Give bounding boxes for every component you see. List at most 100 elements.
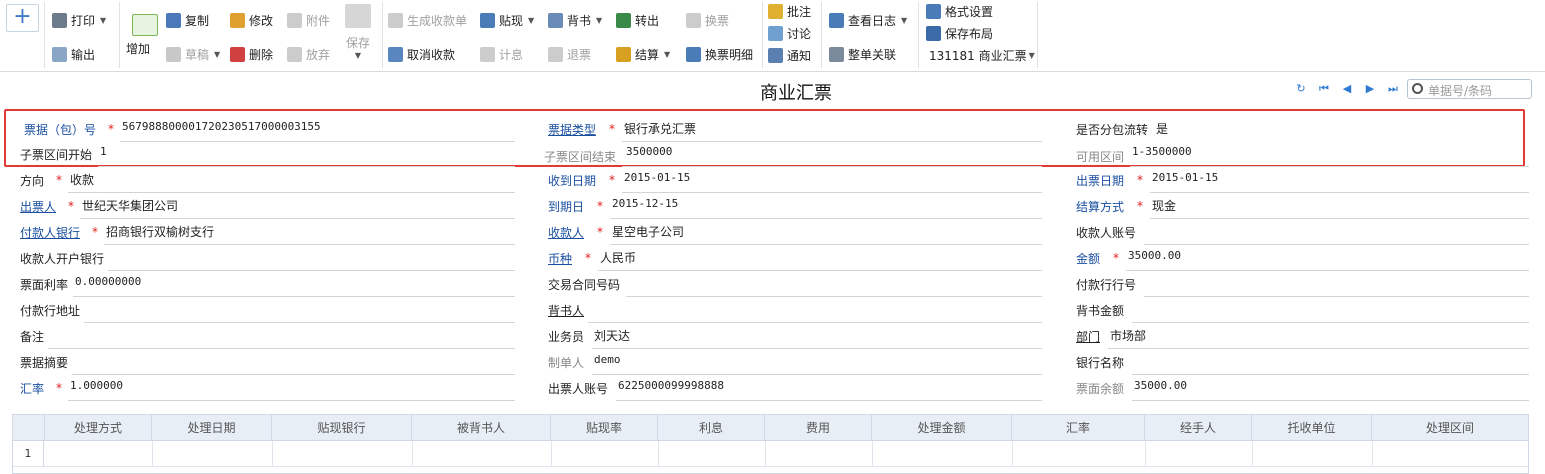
column-header[interactable]: 处理金额 [872,415,1012,441]
avail-range-value[interactable]: 1-3500000 [1132,145,1192,158]
direction-value[interactable]: 收款 [70,171,94,188]
notify-button[interactable]: 通知 [768,45,811,65]
column-header[interactable]: 贴现银行 [272,415,412,441]
endorse-button[interactable]: 背书 ▼ [548,10,602,30]
print-button[interactable]: 打印 ▼ [52,10,106,30]
first-record-icon[interactable]: ⏮ [1318,83,1330,95]
draft-icon [166,46,181,62]
split-transfer-value[interactable]: 是 [1156,120,1168,137]
payee-value[interactable]: 星空电子公司 [612,223,684,240]
new-tab-button[interactable]: + [6,4,39,32]
save-button[interactable]: 保存 ▼ [345,4,371,64]
salesman-value[interactable]: 刘天达 [594,327,630,344]
transfer-out-button[interactable]: 转出 [616,10,659,30]
face-balance-value[interactable]: 35000.00 [1134,379,1187,392]
column-header[interactable]: 处理区间 [1372,415,1528,441]
format-setting-button[interactable]: 格式设置 [926,1,993,21]
save-layout-icon [926,25,941,41]
modify-button[interactable]: 修改 [230,10,273,30]
save-layout-button[interactable]: 保存布局 [926,23,993,43]
export-button[interactable]: 输出 [52,44,95,64]
toolbar: + 打印 ▼ 输出 增加 复制 草稿 ▼ 修改 删除 附件 放弃 保存 ▼ 生成… [0,0,1545,72]
exchange-rate-field: 汇率 * 1.000000 [20,376,515,402]
draft-button[interactable]: 草稿 ▼ [166,44,220,64]
settle-method-field: 结算方式 * 现金 [1076,194,1529,220]
interest-button[interactable]: 计息 [480,44,523,64]
column-header[interactable]: 处理方式 [45,415,152,441]
previous-record-icon[interactable]: ◀ [1341,83,1353,95]
receipt-icon [388,12,403,28]
add-document-icon [132,14,158,36]
endorse-amount-field: 背书金额 [1076,298,1529,324]
face-rate-field: 票面利率 0.00000000 [20,272,515,298]
currency-value[interactable]: 人民币 [600,249,636,266]
settle-method-value[interactable]: 现金 [1152,197,1176,214]
return-bill-button[interactable]: 退票 [548,44,591,64]
issue-date-value[interactable]: 2015-01-15 [1152,171,1218,184]
discount-button[interactable]: 贴现 ▼ [480,10,534,30]
column-header[interactable]: 利息 [658,415,765,441]
direction-field: 方向 * 收款 [20,168,515,194]
save-disk-icon [345,4,371,28]
face-rate-value[interactable]: 0.00000000 [75,275,141,288]
face-balance-field: 票面余额 35000.00 [1076,376,1529,402]
next-record-icon[interactable]: ▶ [1364,83,1376,95]
receive-date-value[interactable]: 2015-01-15 [624,171,690,184]
column-header[interactable]: 贴现率 [551,415,658,441]
sub-start-value[interactable]: 1 [100,145,107,158]
drawer-account-value[interactable]: 6225000099998888 [618,379,724,392]
endorser-field: 背书人 [548,298,1042,324]
column-header[interactable]: 被背书人 [412,415,551,441]
settle-button[interactable]: 结算 ▼ [616,44,670,64]
cancel-receipt-button[interactable]: 取消收款 [388,44,455,64]
copy-button[interactable]: 复制 [166,10,209,30]
exchange-rate-value[interactable]: 1.000000 [70,379,123,392]
abandon-button[interactable]: 放弃 [287,44,330,64]
annotate-button[interactable]: 批注 [768,1,811,21]
delete-button[interactable]: 删除 [230,44,273,64]
search-input[interactable]: 单据号/条码 [1407,79,1532,99]
discuss-button[interactable]: 讨论 [768,23,811,43]
maker-value[interactable]: demo [594,353,621,366]
column-header[interactable]: 处理日期 [152,415,272,441]
endorse-icon [548,12,563,28]
add-button[interactable]: 增加 [126,14,162,64]
table-row[interactable]: 1 [13,441,1528,467]
pay-bank-no-field: 付款行行号 [1076,272,1529,298]
currency-field: 币种 * 人民币 [548,246,1042,272]
avail-range-field: 可用区间 1-3500000 [1076,142,1529,168]
drawer-value[interactable]: 世纪天华集团公司 [82,197,178,214]
settle-icon [616,46,631,62]
bill-type-value[interactable]: 银行承兑汇票 [624,120,696,137]
paperclip-icon [287,12,302,28]
search-icon [1412,83,1423,94]
amount-value[interactable]: 35000.00 [1128,249,1181,262]
attachment-button[interactable]: 附件 [287,10,330,30]
detail-grid: 处理方式 处理日期 贴现银行 被背书人 贴现率 利息 费用 处理金额 汇率 经手… [12,414,1529,474]
payer-bank-value[interactable]: 招商银行双榆树支行 [106,223,214,240]
bill-no-value[interactable]: 567988800001720230517000003155 [122,120,321,133]
column-header[interactable]: 经手人 [1145,415,1252,441]
generate-receipt-button[interactable]: 生成收款单 [388,10,467,30]
due-date-value[interactable]: 2015-12-15 [612,197,678,210]
last-record-icon[interactable]: ⏭ [1387,83,1399,95]
exchange-detail-button[interactable]: 换票明细 [686,44,753,64]
format-icon [926,3,941,19]
discount-icon [480,12,495,28]
summary-field: 票据摘要 [20,350,515,376]
abandon-icon [287,46,302,62]
refresh-icon[interactable]: ↻ [1295,83,1307,95]
column-header[interactable]: 费用 [765,415,872,441]
full-link-button[interactable]: 整单关联 [829,44,896,64]
copy-icon [166,12,181,28]
view-log-button[interactable]: 查看日志 ▼ [829,10,907,30]
department-value[interactable]: 市场部 [1110,327,1146,344]
payer-bank-field: 付款人银行 * 招商银行双榆树支行 [20,220,515,246]
column-header[interactable]: 汇率 [1012,415,1145,441]
sub-end-value[interactable]: 3500000 [626,145,672,158]
column-header[interactable]: 托收单位 [1252,415,1372,441]
payee-field: 收款人 * 星空电子公司 [548,220,1042,246]
return-icon [548,46,563,62]
template-select[interactable]: 131181 商业汇票 ▼ [929,45,1035,65]
exchange-button[interactable]: 换票 [686,10,729,30]
